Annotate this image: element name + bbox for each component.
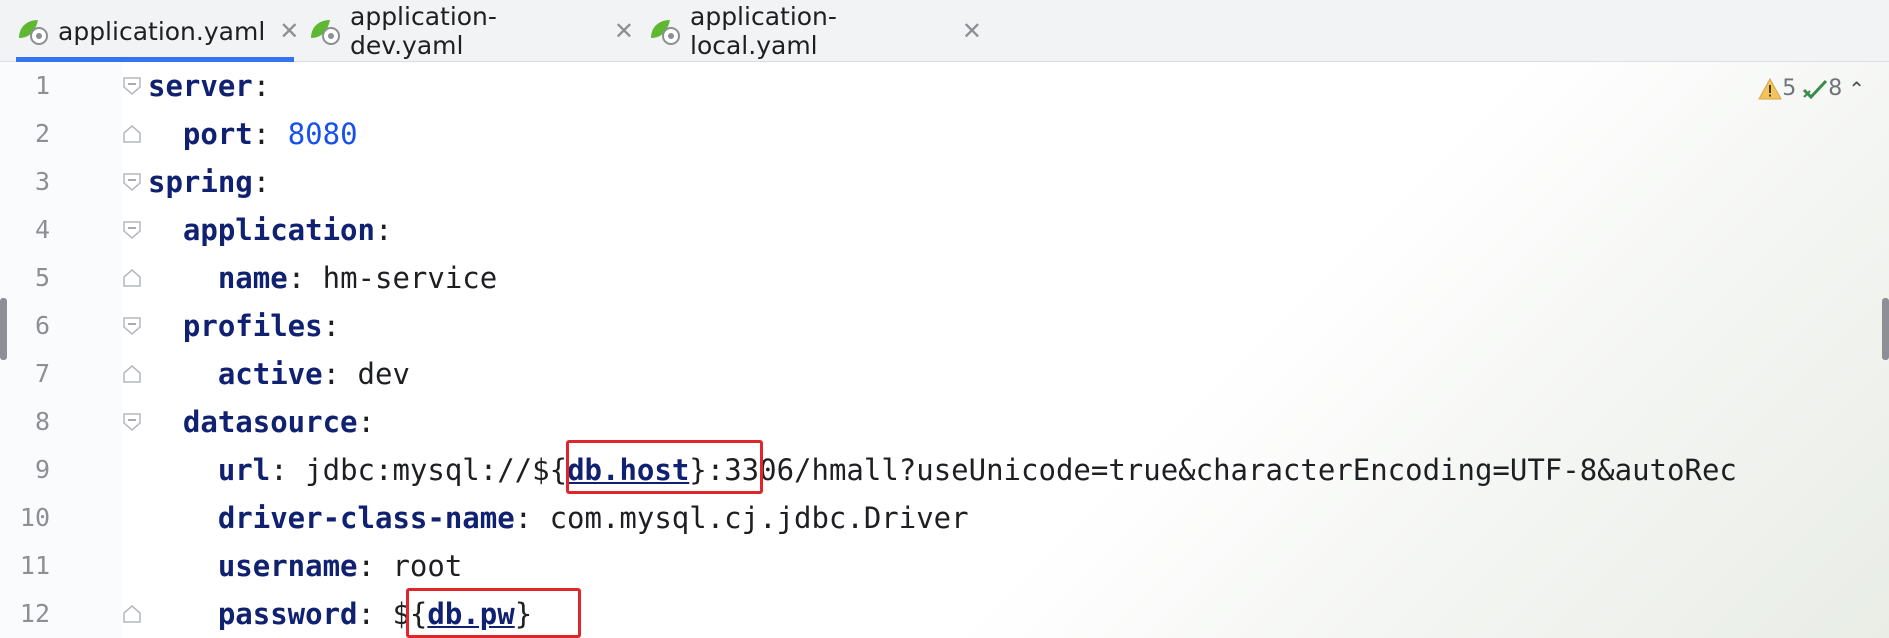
inspection-widget[interactable]: 5 8 ⌃ <box>1758 76 1871 101</box>
tab-label: application-local.yaml <box>690 2 837 60</box>
scrollbar-thumb[interactable] <box>1882 298 1889 360</box>
code-line: application: <box>148 206 393 254</box>
line-number: 12 <box>19 599 50 628</box>
yaml-key: active <box>217 357 323 391</box>
warning-count: 5 <box>1782 76 1797 101</box>
line-number: 2 <box>34 119 50 148</box>
yaml-key: username <box>217 549 358 583</box>
close-icon[interactable]: ✕ <box>962 17 982 45</box>
placeholder-open: ${ <box>532 453 568 487</box>
yaml-key: password <box>217 597 358 631</box>
spring-yaml-icon <box>648 16 682 46</box>
yaml-key: driver-class-name <box>217 501 515 535</box>
line-number: 8 <box>34 407 50 436</box>
chevron-up-icon[interactable]: ⌃ <box>1848 77 1865 101</box>
code-line: port: 8080 <box>148 110 358 158</box>
yaml-colon: : <box>514 501 550 535</box>
code-line: profiles: <box>148 302 340 350</box>
fold-end-icon[interactable] <box>122 604 142 624</box>
line-number: 10 <box>19 503 50 532</box>
yaml-value: hm-service <box>322 261 498 295</box>
code-line: spring: <box>148 158 270 206</box>
code-line: driver-class-name: com.mysql.cj.jdbc.Dri… <box>148 494 969 542</box>
yaml-value: dev <box>357 357 410 391</box>
yaml-colon: : <box>287 261 323 295</box>
yaml-key: server <box>148 69 253 103</box>
fold-open-icon[interactable] <box>122 412 142 432</box>
scroll-edge-marker[interactable] <box>0 298 7 360</box>
line-number: 4 <box>34 215 50 244</box>
line-number: 3 <box>34 167 50 196</box>
fold-end-icon[interactable] <box>122 364 142 384</box>
line-number: 9 <box>34 455 50 484</box>
tab-application-dev-yaml[interactable]: application-dev.yaml ✕ <box>308 0 634 62</box>
editor-tab-bar: application.yaml ✕ application-dev.yaml … <box>0 0 1889 62</box>
fold-end-icon[interactable] <box>122 124 142 144</box>
close-icon[interactable]: ✕ <box>614 17 634 45</box>
yaml-colon: : <box>374 213 393 247</box>
yaml-colon: : <box>270 453 306 487</box>
yaml-key: application <box>182 213 375 247</box>
fold-open-icon[interactable] <box>122 316 142 336</box>
code-line: active: dev <box>148 350 410 398</box>
fold-open-icon[interactable] <box>122 172 142 192</box>
yaml-colon: : <box>252 117 288 151</box>
yaml-colon: : <box>357 549 393 583</box>
line-number: 6 <box>34 311 50 340</box>
yaml-key: port <box>182 117 253 151</box>
line-number: 11 <box>19 551 50 580</box>
fold-open-icon[interactable] <box>122 220 142 240</box>
code-line: datasource: <box>148 398 375 446</box>
annotation-highlight-db-pw <box>406 588 581 638</box>
weak-warning-count: 8 <box>1828 76 1843 101</box>
yaml-key: name <box>217 261 288 295</box>
yaml-value: 8080 <box>287 117 358 151</box>
tab-application-yaml[interactable]: application.yaml ✕ <box>16 0 299 62</box>
yaml-colon: : <box>357 597 393 631</box>
yaml-colon: : <box>322 309 341 343</box>
spring-yaml-icon <box>16 16 50 46</box>
yaml-value: jdbc:mysql:// <box>305 453 533 487</box>
yaml-value: root <box>392 549 463 583</box>
close-icon[interactable]: ✕ <box>279 17 299 45</box>
yaml-key: url <box>217 453 271 487</box>
yaml-colon: : <box>357 405 375 439</box>
tab-application-local-yaml[interactable]: application-local.yaml ✕ <box>648 0 982 62</box>
code-line: server: <box>148 62 270 110</box>
yaml-key: datasource <box>182 405 358 439</box>
line-number: 1 <box>34 71 50 100</box>
yaml-colon: : <box>322 357 358 391</box>
code-editor[interactable]: 5 8 ⌃ 1 2 3 4 5 6 7 8 9 10 11 12 server:… <box>0 62 1889 638</box>
code-line: url: jdbc:mysql://${db.host}:3306/hmall?… <box>148 446 1737 494</box>
tab-label: application.yaml <box>58 16 266 46</box>
line-number: 7 <box>34 359 50 388</box>
code-line: name: hm-service <box>148 254 497 302</box>
warning-icon <box>1758 77 1783 99</box>
code-line: username: root <box>148 542 462 590</box>
spring-yaml-icon <box>308 16 342 46</box>
weak-warning-check-icon <box>1803 79 1828 99</box>
annotation-highlight-db-host <box>566 440 763 494</box>
fold-end-icon[interactable] <box>122 268 142 288</box>
yaml-colon: : <box>252 69 271 103</box>
yaml-colon: : <box>252 165 271 199</box>
line-number: 5 <box>34 263 50 292</box>
yaml-value: :3306/hmall?useUnicode=true&characterEnc… <box>706 453 1737 487</box>
yaml-value: com.mysql.cj.jdbc.Driver <box>549 501 969 535</box>
tab-label: application-dev.yaml <box>350 2 497 60</box>
fold-open-icon[interactable] <box>122 76 142 96</box>
yaml-key: spring <box>148 165 253 199</box>
yaml-key: profiles <box>182 309 323 343</box>
